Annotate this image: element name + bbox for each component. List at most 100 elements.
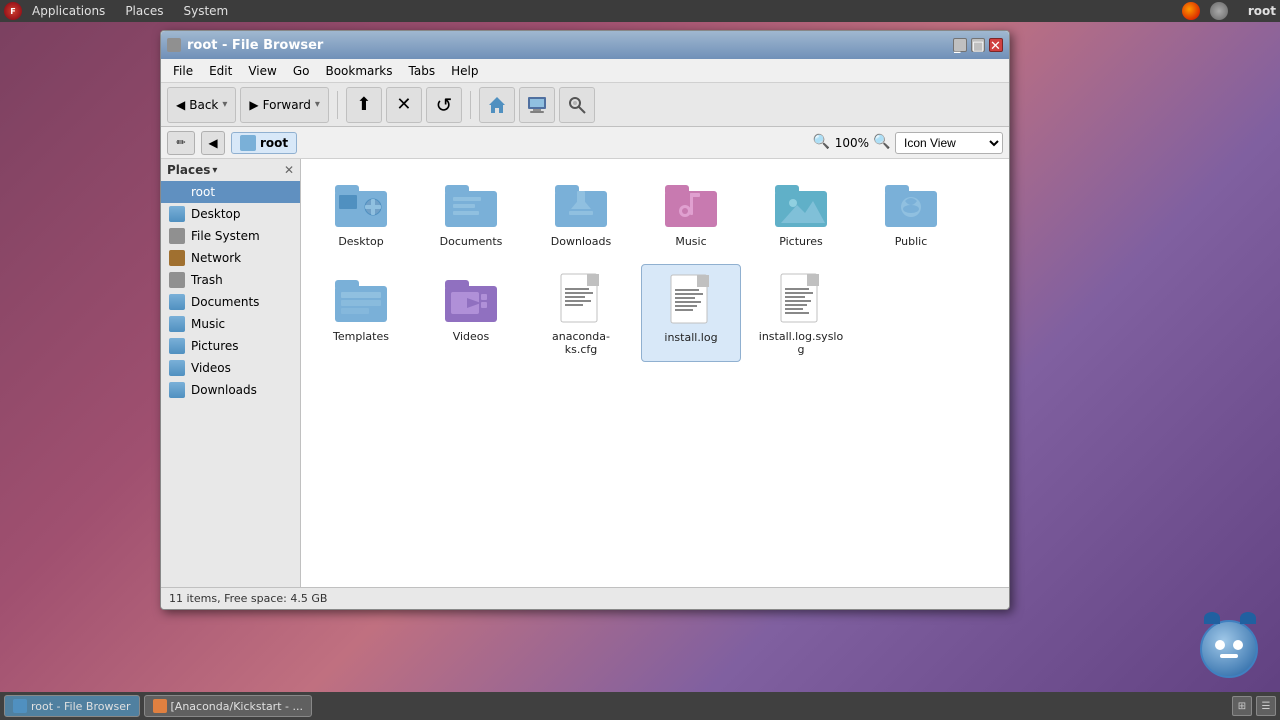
sidebar-item-videos[interactable]: Videos	[161, 357, 300, 379]
file-icon-anaconda-ks[interactable]: anaconda-ks.cfg	[531, 264, 631, 362]
file-icon-documents[interactable]: Documents	[421, 169, 521, 254]
videos-folder-icon	[443, 270, 499, 326]
file-icon-videos[interactable]: Videos	[421, 264, 521, 362]
forward-button[interactable]: ▶ Forward ▾	[240, 87, 329, 123]
file-browser-window: root - File Browser _ □ ✕ File Edit View…	[160, 30, 1010, 610]
view-mode-select[interactable]: Icon View List View Compact View	[895, 132, 1003, 154]
public-folder-icon	[883, 175, 939, 231]
zoom-out-button[interactable]: 🔍	[813, 134, 831, 152]
anaconda-ks-file-label: anaconda-ks.cfg	[537, 330, 625, 356]
character-eyes	[1215, 640, 1243, 650]
menu-help[interactable]: Help	[443, 62, 486, 80]
taskbar-anaconda[interactable]: [Anaconda/Kickstart - ...	[144, 695, 312, 717]
applications-menu[interactable]: Applications	[28, 2, 109, 20]
current-path-label: root	[260, 136, 288, 150]
search-button[interactable]	[559, 87, 595, 123]
menu-edit[interactable]: Edit	[201, 62, 240, 80]
file-icon-templates[interactable]: Templates	[311, 264, 411, 362]
file-icon-desktop[interactable]: Desktop	[311, 169, 411, 254]
public-folder-label: Public	[895, 235, 928, 248]
toolbar: ◀ Back ▾ ▶ Forward ▾ ⬆ ✕ ↺	[161, 83, 1009, 127]
sidebar-filesystem-icon	[169, 228, 185, 244]
back-button[interactable]: ◀ Back ▾	[167, 87, 236, 123]
sidebar-item-trash[interactable]: Trash	[161, 269, 300, 291]
sidebar-videos-label: Videos	[191, 361, 231, 375]
videos-folder-label: Videos	[453, 330, 490, 343]
system-menu[interactable]: System	[179, 2, 232, 20]
close-button[interactable]: ✕	[989, 38, 1003, 52]
sidebar-item-pictures[interactable]: Pictures	[161, 335, 300, 357]
taskbar-list-view-button[interactable]: ☰	[1256, 696, 1276, 716]
file-icon-public[interactable]: Public	[861, 169, 961, 254]
menu-go[interactable]: Go	[285, 62, 318, 80]
sidebar-music-label: Music	[191, 317, 225, 331]
file-icon-install-log[interactable]: install.log	[641, 264, 741, 362]
sidebar-root-icon	[169, 184, 185, 200]
file-icon-music[interactable]: Music	[641, 169, 741, 254]
file-icon-install-log-syslog[interactable]: install.log.syslog	[751, 264, 851, 362]
anaconda-ks-file-icon	[553, 270, 609, 326]
character-mouth	[1220, 654, 1238, 658]
sidebar-chevron-icon: ▾	[212, 165, 217, 176]
stop-button[interactable]: ✕	[386, 87, 422, 123]
sidebar-documents-label: Documents	[191, 295, 259, 309]
desktop-folder-label: Desktop	[338, 235, 383, 248]
forward-label: Forward	[263, 98, 311, 112]
location-back-button[interactable]: ◀	[201, 131, 225, 155]
location-bar: ✏ ◀ root 🔍 100% 🔍 Icon View List View Co…	[161, 127, 1009, 159]
up-button[interactable]: ⬆	[346, 87, 382, 123]
sidebar-item-network[interactable]: Network	[161, 247, 300, 269]
zoom-level-label: 100%	[835, 136, 869, 150]
sidebar-item-downloads[interactable]: Downloads	[161, 379, 300, 401]
places-menu[interactable]: Places	[121, 2, 167, 20]
minimize-button[interactable]: _	[953, 38, 967, 52]
pictures-folder-label: Pictures	[779, 235, 823, 248]
reload-button[interactable]: ↺	[426, 87, 462, 123]
documents-folder-label: Documents	[440, 235, 503, 248]
taskbar-anaconda-label: [Anaconda/Kickstart - ...	[171, 700, 303, 713]
menu-tabs[interactable]: Tabs	[401, 62, 444, 80]
location-toggle-button[interactable]: ✏	[167, 131, 195, 155]
sidebar-root-label: root	[191, 185, 215, 199]
update-icon[interactable]	[1210, 2, 1228, 20]
computer-button[interactable]	[519, 87, 555, 123]
menu-view[interactable]: View	[240, 62, 284, 80]
sidebar-downloads-label: Downloads	[191, 383, 257, 397]
forward-dropdown-arrow: ▾	[315, 99, 320, 110]
toolbar-sep-2	[470, 91, 471, 119]
sidebar-documents-icon	[169, 294, 185, 310]
sidebar-item-desktop[interactable]: Desktop	[161, 203, 300, 225]
file-icon-pictures[interactable]: Pictures	[751, 169, 851, 254]
sidebar-pictures-label: Pictures	[191, 339, 239, 353]
menu-file[interactable]: File	[165, 62, 201, 80]
taskbar-filebrowser-icon	[13, 699, 27, 713]
top-menu-bar: F Applications Places System root	[0, 0, 1280, 22]
back-label: Back	[189, 98, 218, 112]
sidebar-item-documents[interactable]: Documents	[161, 291, 300, 313]
file-icon-downloads[interactable]: Downloads	[531, 169, 631, 254]
sidebar-close-button[interactable]: ✕	[284, 163, 294, 177]
sidebar-pictures-icon	[169, 338, 185, 354]
main-content: Places ▾ ✕ root Desktop File System Netw…	[161, 159, 1009, 587]
sidebar-item-filesystem[interactable]: File System	[161, 225, 300, 247]
sidebar-item-root[interactable]: root	[161, 181, 300, 203]
templates-folder-label: Templates	[333, 330, 389, 343]
current-path-button[interactable]: root	[231, 132, 297, 154]
window-controls: _ □ ✕	[953, 38, 1003, 52]
taskbar-grid-view-button[interactable]: ⊞	[1232, 696, 1252, 716]
menu-bar: File Edit View Go Bookmarks Tabs Help	[161, 59, 1009, 83]
maximize-button[interactable]: □	[971, 38, 985, 52]
sidebar-downloads-icon	[169, 382, 185, 398]
sidebar-item-music[interactable]: Music	[161, 313, 300, 335]
zoom-in-button[interactable]: 🔍	[873, 134, 891, 152]
home-button[interactable]	[479, 87, 515, 123]
menu-bookmarks[interactable]: Bookmarks	[317, 62, 400, 80]
firefox-icon[interactable]	[1182, 2, 1200, 20]
back-arrow-icon: ◀	[176, 98, 185, 112]
music-folder-icon	[663, 175, 719, 231]
username-label: root	[1248, 4, 1276, 18]
downloads-folder-icon	[553, 175, 609, 231]
char-eye-right	[1233, 640, 1243, 650]
taskbar-filebrowser[interactable]: root - File Browser	[4, 695, 140, 717]
sidebar-header[interactable]: Places ▾ ✕	[161, 159, 300, 181]
